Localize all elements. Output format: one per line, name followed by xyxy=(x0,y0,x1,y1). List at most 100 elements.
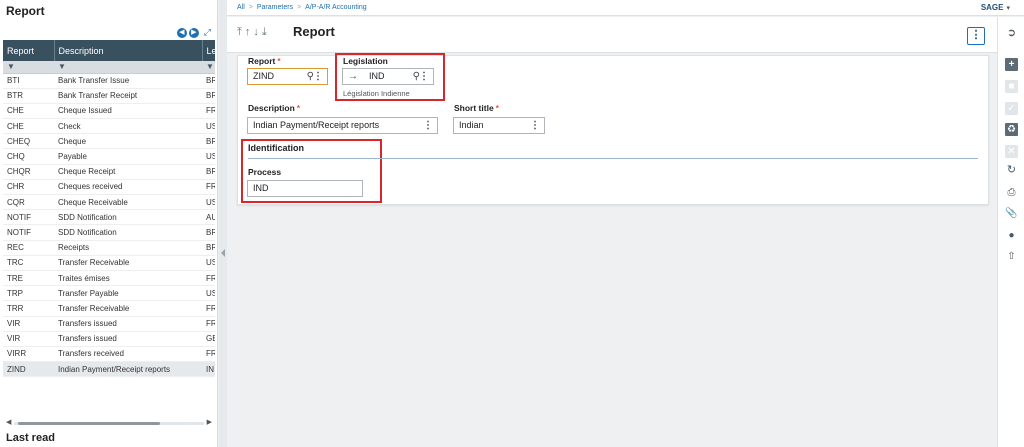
filter-icon[interactable]: ▼ xyxy=(3,61,54,74)
table-row[interactable]: CQRCheque ReceivableUS xyxy=(3,194,215,211)
create-icon[interactable]: + xyxy=(1005,58,1018,71)
next-page-icon[interactable]: ▶ xyxy=(188,27,199,38)
table-cell-desc: Transfer Payable xyxy=(54,285,202,302)
short-title-field[interactable]: Indian ⋮ xyxy=(453,117,545,134)
table-row[interactable]: VIRTransfers issuedFR xyxy=(3,316,215,332)
breadcrumb-ap-ar-accounting[interactable]: A/P-A/R Accounting xyxy=(305,4,366,11)
table-row[interactable]: ZIND Indian Payment/Receipt reports IN xyxy=(3,361,215,378)
breadcrumb-all[interactable]: All xyxy=(237,4,245,11)
short-title-options-icon[interactable]: ⋮ xyxy=(530,118,540,133)
print-icon[interactable]: ⎙ xyxy=(1005,186,1018,199)
more-actions-button[interactable]: ⋮ xyxy=(967,27,985,45)
collapse-panel-icon[interactable] xyxy=(221,249,225,257)
table-row[interactable]: VIRTransfers issuedGB xyxy=(3,331,215,347)
table-row[interactable]: RECReceiptsBR xyxy=(3,240,215,256)
table-row[interactable]: BTIBank Transfer IssueBR xyxy=(3,73,215,89)
table-cell-desc: Bank Transfer Receipt xyxy=(54,88,202,104)
table-row[interactable]: CHQPayableUS xyxy=(3,148,215,165)
filter-icon[interactable]: ▼ xyxy=(54,61,202,74)
table-cell-leg: IN xyxy=(202,361,215,378)
table-cell-code: CHQR xyxy=(3,164,54,180)
table-row[interactable]: CHQRCheque ReceiptBR xyxy=(3,164,215,180)
page-title: Report xyxy=(293,24,335,39)
table-cell-leg: BR xyxy=(202,133,215,150)
attachment-icon[interactable]: 📎 xyxy=(1005,207,1018,220)
arrow-right-icon[interactable]: → xyxy=(348,69,358,84)
table-cell-desc: Cheque Receipt xyxy=(54,164,202,180)
table-cell-leg: GB xyxy=(202,331,215,347)
legislation-field[interactable]: → IND ⚲ ⋮ xyxy=(342,68,434,85)
report-list-grid: Report Description Le ▼ ▼ ▼ BTI Bank Tran… xyxy=(3,40,215,378)
page-header: ⤒↑↓⤓ Report ⋮ xyxy=(227,17,997,53)
column-header-legislation[interactable]: Le xyxy=(202,40,215,61)
table-cell-leg: US xyxy=(202,194,215,211)
table-cell-desc: Indian Payment/Receipt reports xyxy=(54,361,202,378)
table-cell-desc: SDD Notification xyxy=(54,224,202,241)
table-cell-leg: FR xyxy=(202,346,215,363)
panel-splitter[interactable] xyxy=(219,0,227,447)
table-cell-leg: AU xyxy=(202,209,215,226)
legislation-label: Legislation xyxy=(343,56,388,66)
table-cell-code: BTI xyxy=(3,73,54,89)
delete-icon[interactable]: ♻ xyxy=(1005,123,1018,136)
table-row[interactable]: CHECheckUS xyxy=(3,118,215,135)
legislation-value: IND xyxy=(369,71,385,81)
table-row[interactable]: TRETraites émisesFR xyxy=(3,270,215,287)
table-cell-leg: BR xyxy=(202,73,215,89)
table-cell-leg: US xyxy=(202,255,215,271)
scrollbar-thumb[interactable] xyxy=(18,422,160,425)
expand-icon[interactable]: ⤢ xyxy=(204,27,211,38)
top-bar: All > Parameters > A/P-A/R Accounting SAGE ▾ xyxy=(227,0,1024,16)
cancel-icon: ✕ xyxy=(1005,145,1018,158)
table-cell-leg: BR xyxy=(202,164,215,180)
right-toolbar: ➲ + ■ ✓ ♻ ✕ ↻ ⎙ 📎 ● ⇧ xyxy=(997,17,1024,447)
horizontal-scrollbar[interactable]: ◀ ▶ xyxy=(6,418,212,427)
report-field[interactable]: ZIND ⚲ ⋮ xyxy=(247,68,328,85)
description-options-icon[interactable]: ⋮ xyxy=(423,118,433,133)
left-panel: Report ◀ ▶ ⤢ Report Description Le ▼ ▼ ▼… xyxy=(0,0,218,447)
identification-section-title: Identification xyxy=(248,143,304,153)
table-cell-desc: Transfers issued xyxy=(54,316,202,332)
process-field[interactable]: IND xyxy=(247,180,363,197)
table-row[interactable]: BTRBank Transfer ReceiptBR xyxy=(3,88,215,104)
legislation-options-icon[interactable]: ⋮ xyxy=(419,69,429,84)
export-icon[interactable]: ⇧ xyxy=(1005,250,1018,263)
refresh-icon[interactable]: ↻ xyxy=(1005,164,1018,177)
table-row[interactable]: VIRRTransfers receivedFR xyxy=(3,346,215,363)
table-cell-desc: Payable xyxy=(54,148,202,165)
column-header-description[interactable]: Description xyxy=(54,40,203,61)
table-cell-code: ZIND xyxy=(3,361,54,378)
table-cell-code: REC xyxy=(3,240,54,256)
table-row[interactable]: CHEQChequeBR xyxy=(3,133,215,150)
table-row[interactable]: TRRTransfer ReceivableFR xyxy=(3,300,215,317)
last-record-icon[interactable]: ⤓ xyxy=(262,26,270,38)
filter-icon[interactable]: ▼ xyxy=(202,61,215,74)
next-record-icon[interactable]: ↓ xyxy=(253,26,262,38)
table-row[interactable]: NOTIFSDD NotificationBR xyxy=(3,224,215,241)
report-options-icon[interactable]: ⋮ xyxy=(313,69,323,84)
table-cell-desc: Cheques received xyxy=(54,179,202,196)
validate-icon: ✓ xyxy=(1005,102,1018,115)
breadcrumb-parameters[interactable]: Parameters xyxy=(257,4,293,11)
filter-row: ▼ ▼ ▼ xyxy=(3,61,215,74)
exit-icon[interactable]: ➲ xyxy=(1005,27,1018,40)
previous-page-icon[interactable]: ◀ xyxy=(176,27,187,38)
comment-icon[interactable]: ● xyxy=(1005,229,1018,242)
table-row[interactable]: CHECheque IssuedFR xyxy=(3,103,215,120)
table-row[interactable]: CHRCheques receivedFR xyxy=(3,179,215,196)
process-label: Process xyxy=(248,167,282,177)
breadcrumb-separator-icon: > xyxy=(297,4,302,11)
table-cell-code: TRC xyxy=(3,255,54,271)
description-field[interactable]: Indian Payment/Receipt reports ⋮ xyxy=(247,117,438,134)
table-cell-desc: Cheque Issued xyxy=(54,103,202,120)
brand-menu[interactable]: SAGE ▾ xyxy=(981,3,1010,12)
column-header-report[interactable]: Report xyxy=(3,40,55,61)
table-cell-leg: BR xyxy=(202,240,215,256)
table-cell-desc: Transfers issued xyxy=(54,331,202,347)
scroll-left-icon[interactable]: ◀ xyxy=(6,418,11,426)
scroll-right-icon[interactable]: ▶ xyxy=(207,418,212,426)
table-row[interactable]: TRPTransfer PayableUS xyxy=(3,285,215,302)
table-row[interactable]: TRCTransfer ReceivableUS xyxy=(3,255,215,271)
table-row[interactable]: NOTIFSDD NotificationAU xyxy=(3,209,215,226)
first-record-icon[interactable]: ⤒ xyxy=(237,26,245,38)
